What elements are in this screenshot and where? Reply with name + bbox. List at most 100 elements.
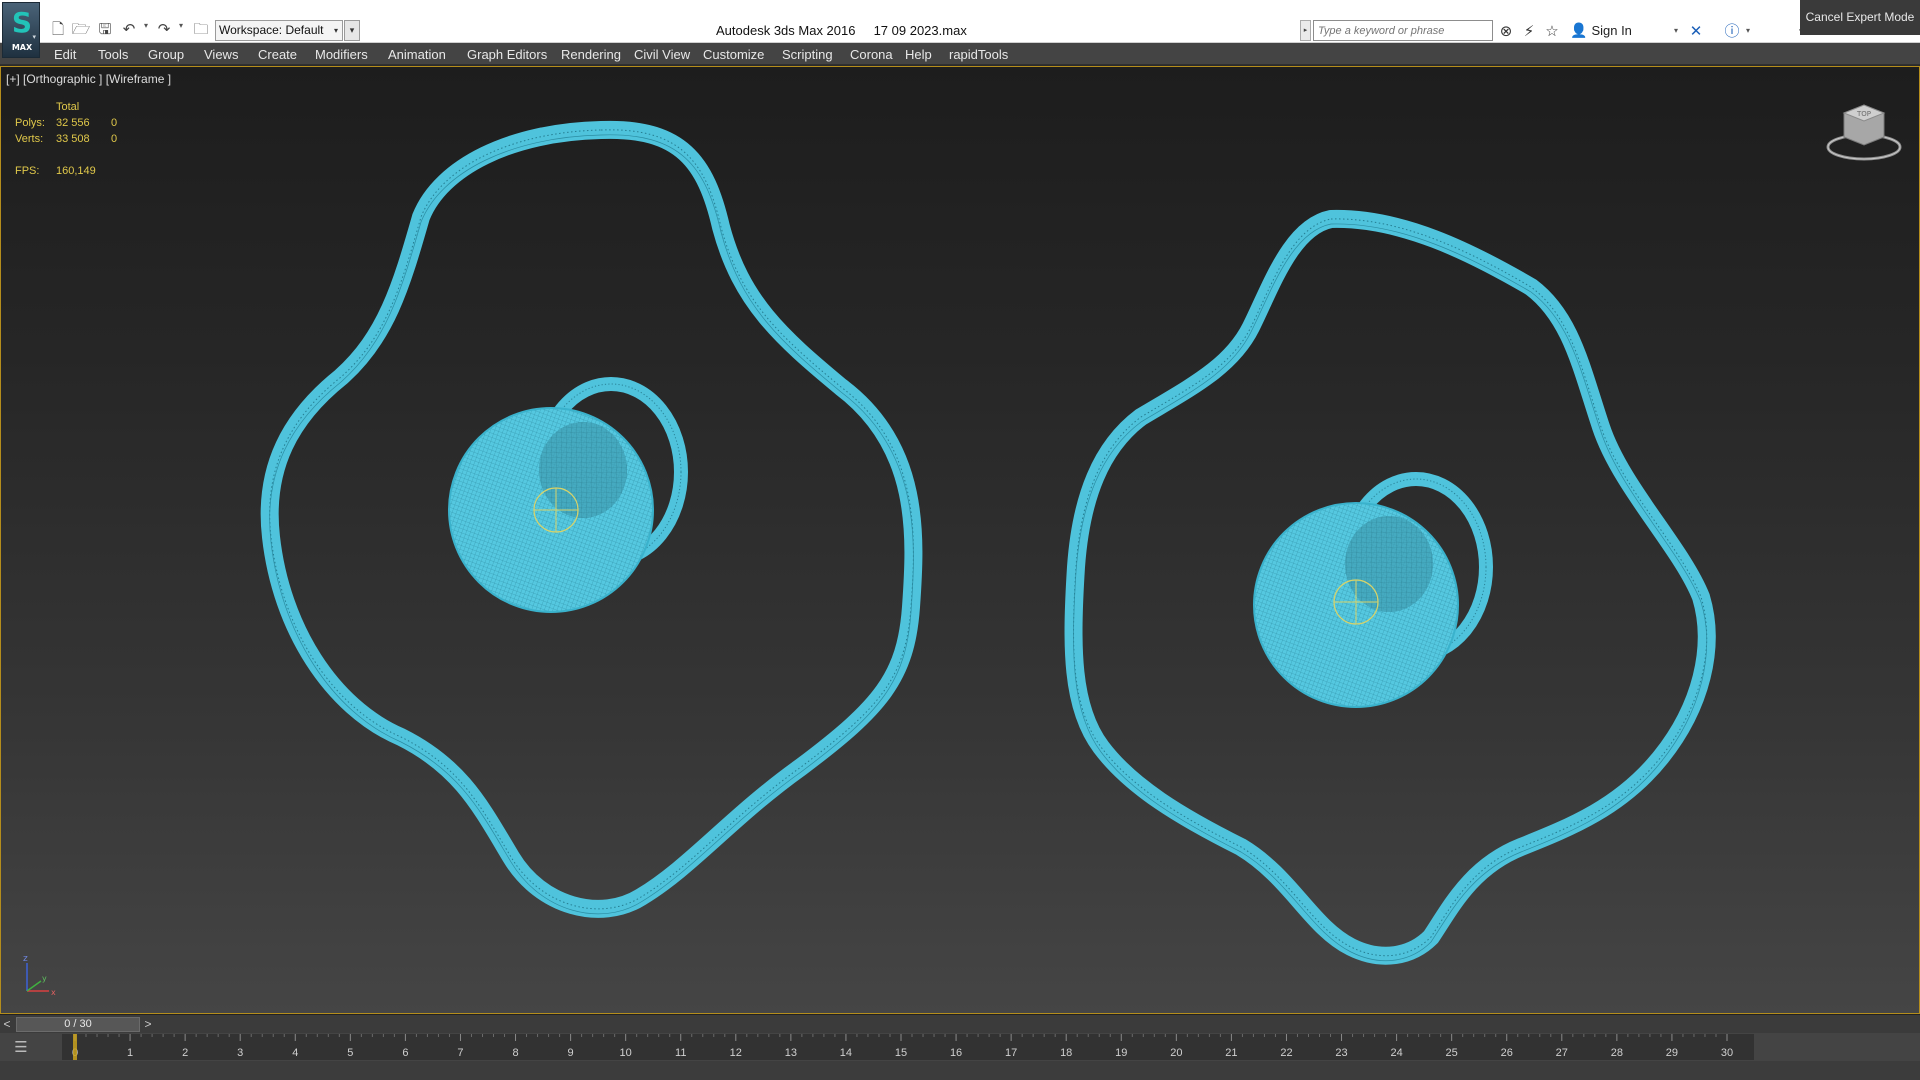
axis-x-label: x: [51, 988, 56, 997]
help-icon[interactable]: ⓘ: [1722, 20, 1742, 42]
menu-civil-view[interactable]: Civil View: [634, 47, 690, 62]
max-logo-icon: S: [11, 6, 33, 39]
track-tick-label: 8: [512, 1047, 518, 1059]
track-tick-label: 27: [1556, 1047, 1568, 1059]
file-name-text: 17 09 2023.max: [873, 23, 967, 38]
viewcube-navigation[interactable]: TOP: [1824, 99, 1904, 163]
infocenter-expand-button[interactable]: ▸: [1300, 20, 1311, 41]
sign-in-dropdown-icon[interactable]: ▾: [1674, 26, 1678, 35]
current-frame-marker[interactable]: [73, 1034, 77, 1060]
scene-wireframe[interactable]: [1, 67, 1919, 1013]
subscription-icon[interactable]: ⚡: [1519, 20, 1539, 42]
star-icon[interactable]: ☆: [1542, 20, 1562, 42]
track-tick-label: 2: [182, 1047, 188, 1059]
track-bar-ruler: 0123456789101112131415161718192021222324…: [72, 1034, 1733, 1060]
fried-egg-right[interactable]: [1064, 209, 1716, 965]
workspace-dropdown[interactable]: Workspace: Default ▾: [215, 20, 343, 41]
menu-customize[interactable]: Customize: [703, 47, 764, 62]
menu-animation[interactable]: Animation: [388, 47, 446, 62]
search-input[interactable]: [1313, 20, 1493, 41]
track-tick-label: 14: [840, 1047, 852, 1059]
track-tick-label: 16: [950, 1047, 962, 1059]
axis-tripod-icon: z y x: [23, 954, 56, 997]
track-tick-label: 9: [568, 1047, 574, 1059]
track-tick-label: 5: [347, 1047, 353, 1059]
quick-access-customize-button[interactable]: ▾: [344, 20, 360, 41]
time-slider-prev-button[interactable]: <: [0, 1016, 14, 1032]
viewcube-face-label: TOP: [1856, 110, 1871, 118]
help-dropdown-icon[interactable]: ▾: [1746, 26, 1750, 35]
title-bar: S ▾ MAX 🗋 🗁 🖫 ↶ ▾ ↷ ▾ 🗀 Workspace: Defau…: [0, 0, 1920, 58]
menu-views[interactable]: Views: [204, 47, 238, 62]
track-tick-label: 13: [785, 1047, 797, 1059]
menu-scripting[interactable]: Scripting: [782, 47, 833, 62]
egg-yolk-left: [448, 407, 654, 613]
new-file-icon[interactable]: 🗋: [48, 19, 68, 39]
time-slider[interactable]: < 0 / 30 >: [0, 1014, 1920, 1033]
window-title: Autodesk 3ds Max 2016 17 09 2023.max: [716, 23, 967, 38]
track-tick-label: 6: [402, 1047, 408, 1059]
time-slider-next-button[interactable]: >: [141, 1016, 155, 1032]
sign-in-label: Sign In: [1591, 23, 1632, 38]
menu-group[interactable]: Group: [148, 47, 184, 62]
chevron-down-icon: ▾: [32, 34, 36, 41]
track-tick-label: 4: [292, 1047, 298, 1059]
track-tick-label: 17: [1005, 1047, 1017, 1059]
menu-modifiers[interactable]: Modifiers: [315, 47, 368, 62]
menu-edit[interactable]: Edit: [54, 47, 76, 62]
axis-y-label: y: [42, 974, 47, 983]
workspace-label: Workspace: Default: [219, 23, 324, 37]
redo-icon[interactable]: ↷: [154, 19, 174, 39]
track-tick-label: 29: [1666, 1047, 1678, 1059]
menu-corona[interactable]: Corona: [850, 47, 893, 62]
track-tick-label: 11: [675, 1047, 686, 1059]
binoculars-icon[interactable]: ⊗: [1496, 20, 1516, 42]
save-icon[interactable]: 🖫: [95, 19, 115, 39]
project-folder-icon[interactable]: 🗀: [191, 19, 211, 39]
track-tick-label: 10: [620, 1047, 632, 1059]
menu-graph-editors[interactable]: Graph Editors: [467, 47, 547, 62]
undo-icon[interactable]: ↶: [119, 19, 139, 39]
menu-rendering[interactable]: Rendering: [561, 47, 621, 62]
track-bar: ☰ 01234567891011121314151617181920212223…: [0, 1033, 1920, 1061]
user-icon: 👤: [1570, 23, 1588, 39]
exchange-x-icon[interactable]: ✕: [1686, 20, 1706, 42]
fried-egg-left[interactable]: [260, 120, 923, 918]
cancel-expert-mode-button[interactable]: Cancel Expert Mode: [1800, 0, 1920, 35]
track-bar-area[interactable]: 0123456789101112131415161718192021222324…: [62, 1034, 1754, 1060]
redo-dropdown-icon[interactable]: ▾: [179, 21, 183, 30]
track-tick-label: 20: [1170, 1047, 1182, 1059]
undo-dropdown-icon[interactable]: ▾: [144, 21, 148, 30]
track-tick-label: 25: [1446, 1047, 1458, 1059]
egg-yolk-right: [1253, 502, 1459, 708]
track-tick-label: 18: [1060, 1047, 1072, 1059]
track-tick-label: 23: [1335, 1047, 1347, 1059]
axis-z-label: z: [23, 954, 28, 964]
logo-text: MAX: [11, 43, 33, 52]
track-tick-label: 24: [1390, 1047, 1402, 1059]
track-tick-label: 21: [1225, 1047, 1237, 1059]
menu-tools[interactable]: Tools: [98, 47, 128, 62]
menu-bar: Edit Tools Group Views Create Modifiers …: [0, 43, 1920, 65]
track-bar-config-icon[interactable]: ☰: [8, 1036, 34, 1058]
track-tick-label: 30: [1721, 1047, 1733, 1059]
menu-help[interactable]: Help: [905, 47, 932, 62]
open-file-icon[interactable]: 🗁: [71, 19, 91, 39]
track-tick-label: 19: [1115, 1047, 1127, 1059]
menu-rapidtools[interactable]: rapidTools: [949, 47, 1008, 62]
track-tick-label: 12: [730, 1047, 742, 1059]
track-tick-label: 26: [1501, 1047, 1513, 1059]
sign-in-button[interactable]: 👤 Sign In: [1570, 21, 1632, 41]
application-menu-button[interactable]: S ▾ MAX: [2, 2, 40, 58]
track-tick-label: 1: [127, 1047, 133, 1059]
track-tick-label: 22: [1280, 1047, 1292, 1059]
status-bar-strip: [0, 1061, 1920, 1080]
time-slider-thumb[interactable]: 0 / 30: [16, 1017, 140, 1032]
viewport-orthographic[interactable]: [+] [Orthographic ] [Wireframe ] Total P…: [0, 66, 1920, 1014]
app-window: S ▾ MAX 🗋 🗁 🖫 ↶ ▾ ↷ ▾ 🗀 Workspace: Defau…: [0, 0, 1920, 1080]
app-title-text: Autodesk 3ds Max 2016: [716, 23, 856, 38]
menu-create[interactable]: Create: [258, 47, 297, 62]
track-tick-label: 15: [895, 1047, 907, 1059]
track-tick-label: 3: [237, 1047, 243, 1059]
track-tick-label: 7: [457, 1047, 463, 1059]
